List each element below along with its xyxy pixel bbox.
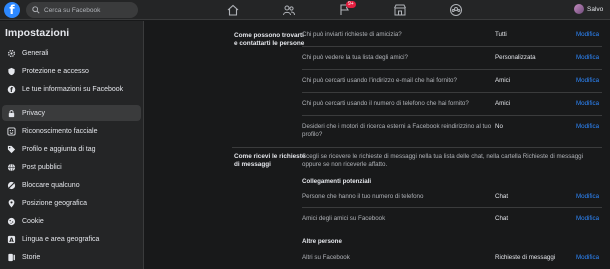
edit-link[interactable]: Modifica — [576, 100, 599, 107]
row-divider — [302, 92, 602, 93]
home-icon[interactable] — [226, 3, 240, 17]
settings-sidebar: Impostazioni Generali Protezione e acces… — [0, 21, 144, 269]
face-icon — [6, 126, 16, 136]
section-label-messages: Come ricevi le richieste di messaggi — [234, 153, 306, 168]
user-profile-button[interactable]: Salvo — [574, 4, 603, 14]
setting-question: Chi può vedere la tua lista degli amici? — [302, 54, 408, 61]
edit-link[interactable]: Modifica — [576, 254, 599, 261]
section-description: Scegli se ricevere le richieste di messa… — [302, 153, 583, 168]
edit-link[interactable]: Modifica — [576, 193, 599, 200]
friends-icon[interactable] — [282, 3, 296, 17]
top-bar: f 9+ Salvo — [0, 0, 610, 20]
sidebar-item-riconoscimento[interactable]: Riconoscimento facciale — [2, 123, 141, 139]
block-icon — [6, 180, 16, 190]
sidebar-item-profilo[interactable]: Profilo e aggiunta di tag — [2, 141, 141, 157]
location-icon — [6, 198, 16, 208]
row-divider — [302, 207, 602, 208]
gear-icon — [6, 48, 16, 58]
sidebar-title: Impostazioni — [5, 27, 70, 39]
setting-question: Desideri che i motori di ricerca esterni… — [302, 123, 492, 138]
setting-question: Altri su Facebook — [302, 254, 350, 261]
sidebar-item-privacy[interactable]: Privacy — [2, 105, 141, 121]
cookie-icon — [6, 216, 16, 226]
row-divider — [302, 115, 602, 116]
search-input[interactable] — [44, 6, 134, 14]
stories-icon — [6, 252, 16, 262]
sidebar-item-label: Profilo e aggiunta di tag — [22, 145, 96, 153]
setting-question: Chi può cercarti usando il numero di tel… — [302, 100, 469, 107]
flag-icon[interactable]: 9+ — [338, 1, 356, 17]
edit-link[interactable]: Modifica — [576, 54, 599, 61]
setting-question: Amici degli amici su Facebook — [302, 215, 386, 222]
language-icon: A — [6, 234, 16, 244]
setting-value: Chat — [495, 193, 509, 200]
sidebar-item-label: Privacy — [22, 109, 45, 117]
setting-value: Amici — [495, 100, 511, 107]
tag-icon — [6, 144, 16, 154]
sidebar-item-protezione[interactable]: Protezione e accesso — [2, 63, 141, 79]
subsection-title: Altre persone — [302, 238, 342, 245]
sidebar-item-label: Protezione e accesso — [22, 67, 89, 75]
row-divider — [302, 46, 602, 47]
sidebar-item-post-pubblici[interactable]: Post pubblici — [2, 159, 141, 175]
setting-value: Tutti — [495, 31, 507, 38]
sidebar-item-informazioni[interactable]: f Le tue informazioni su Facebook — [2, 81, 141, 97]
setting-value: Personalizzata — [495, 54, 536, 61]
sidebar-item-label: Le tue informazioni su Facebook — [22, 85, 124, 93]
sidebar-item-label: Riconoscimento facciale — [22, 127, 98, 135]
sidebar-item-posizione[interactable]: Posizione geografica — [2, 195, 141, 211]
facebook-icon: f — [6, 84, 16, 94]
avatar — [574, 4, 584, 14]
search-icon — [32, 6, 40, 14]
groups-icon[interactable] — [449, 3, 463, 17]
sidebar-item-label: Post pubblici — [22, 163, 62, 171]
sidebar-item-label: Lingua e area geografica — [22, 235, 100, 243]
section-label-contact: Come possono trovarti e contattarti le p… — [234, 32, 305, 47]
edit-link[interactable]: Modifica — [576, 77, 599, 84]
setting-question: Persone che hanno il tuo numero di telef… — [302, 193, 424, 200]
sidebar-item-label: Storie — [22, 253, 41, 261]
sidebar-item-bloccare[interactable]: Bloccare qualcuno — [2, 177, 141, 193]
sidebar-item-lingua[interactable]: A Lingua e area geografica — [2, 231, 141, 247]
sidebar-item-storie[interactable]: Storie — [2, 249, 141, 265]
user-name: Salvo — [587, 5, 604, 13]
setting-value: Chat — [495, 215, 509, 222]
subsection-title: Collegamenti potenziali — [302, 178, 372, 185]
lock-icon — [6, 108, 16, 118]
notification-badge: 9+ — [346, 1, 356, 8]
shield-icon — [6, 66, 16, 76]
edit-link[interactable]: Modifica — [576, 31, 599, 38]
edit-link[interactable]: Modifica — [576, 123, 599, 130]
setting-value: No — [495, 123, 503, 130]
sidebar-item-label: Posizione geografica — [22, 199, 87, 207]
marketplace-icon[interactable] — [393, 3, 407, 17]
sidebar-item-label: Bloccare qualcuno — [22, 181, 80, 189]
facebook-logo[interactable]: f — [4, 2, 20, 18]
row-divider — [302, 69, 602, 70]
setting-value: Amici — [495, 77, 511, 84]
edit-link[interactable]: Modifica — [576, 215, 599, 222]
svg-text:A: A — [9, 237, 14, 243]
setting-question: Chi può inviarti richieste di amicizia? — [302, 31, 402, 38]
globe-icon — [6, 162, 16, 172]
section-divider — [232, 147, 602, 148]
setting-question: Chi può cercarti usando l'indirizzo e-ma… — [302, 77, 457, 84]
svg-text:f: f — [10, 87, 13, 94]
setting-value: Richieste di messaggi — [495, 254, 556, 261]
sidebar-item-label: Cookie — [22, 217, 44, 225]
sidebar-item-generali[interactable]: Generali — [2, 45, 141, 61]
sidebar-item-cookie[interactable]: Cookie — [2, 213, 141, 229]
search-box[interactable] — [26, 2, 138, 18]
sidebar-item-label: Generali — [22, 49, 49, 57]
